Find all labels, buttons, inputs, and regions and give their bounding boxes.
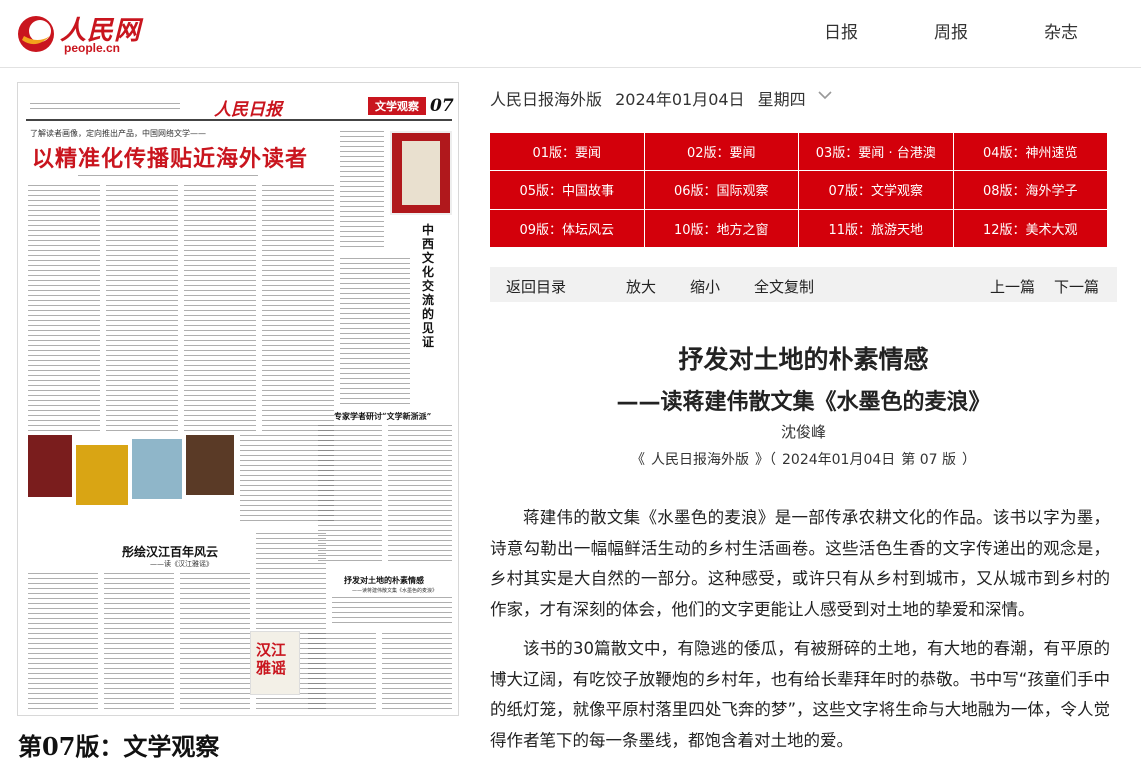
np-text-column	[262, 185, 334, 435]
np-headline: 以精准化传播贴近海外读者	[32, 146, 309, 172]
np-text-column	[184, 185, 256, 433]
np-book-cover-title: 汉江雅谣	[256, 641, 287, 677]
np-top-rule	[26, 119, 452, 121]
section-link[interactable]: 06版：国际观察	[644, 171, 798, 209]
copy-all-button[interactable]: 全文复制	[754, 276, 814, 297]
article-author: 沈俊峰	[780, 423, 826, 441]
np-text-column	[28, 185, 100, 433]
np-text-column	[318, 425, 382, 565]
source-open: 《	[631, 452, 645, 468]
np-text-column	[104, 573, 174, 713]
section-link[interactable]: 04版：神州速览	[953, 133, 1107, 171]
article-paragraph: 蒋建伟的散文集《水墨色的麦浪》是一部传承农耕文化的作品。该书以字为墨，诗意勾勒出…	[490, 508, 1110, 619]
article-body: 蒋建伟的散文集《水墨色的麦浪》是一部传承农耕文化的作品。该书以字为墨，诗意勾勒出…	[490, 503, 1110, 765]
source-page: 第 07 版	[901, 452, 956, 468]
article-title: 抒发对土地的朴素情感	[678, 345, 929, 374]
np-text-column	[308, 633, 376, 713]
logo-text-en: people.cn	[64, 41, 121, 55]
np-byline	[78, 175, 258, 180]
page-meta-line	[30, 103, 180, 109]
page-label: 第07版：文学观察	[18, 732, 220, 761]
people-cn-logo[interactable]: 人民网 people.cn	[16, 8, 146, 56]
logo-emblem-icon	[18, 16, 54, 52]
section-link[interactable]: 12版：美术大观	[953, 209, 1107, 247]
source-end: ）	[961, 452, 976, 468]
article-toolbar: 返回目录 放大 缩小 全文复制 上一篇 下一篇	[490, 267, 1117, 302]
np-lower-title: 彤绘汉江百年风云	[122, 545, 219, 559]
edition-selector[interactable]: 人民日报海外版 2024年01月04日 星期四	[490, 86, 814, 110]
edition-paper: 人民日报海外版	[490, 90, 603, 109]
section-link[interactable]: 02版：要闻	[644, 133, 798, 171]
section-link[interactable]: 01版：要闻	[490, 133, 644, 171]
article-paragraph: 该书的30篇散文中，有隐逃的倭瓜，有被掰碎的土地，有大地的春潮，有平原的博大辽阔…	[490, 639, 1110, 750]
np-cover-2	[76, 445, 128, 505]
section-link[interactable]: 11版：旅游天地	[799, 209, 953, 247]
np-text-column	[332, 597, 452, 627]
np-text-column	[340, 131, 384, 251]
section-link[interactable]: 09版：体坛风云	[490, 209, 644, 247]
section-link[interactable]: 05版：中国故事	[490, 171, 644, 209]
np-text-column	[382, 633, 452, 713]
back-to-index-button[interactable]: 返回目录	[506, 276, 566, 297]
np-column-note: 专家学者研讨“文学新浙派”	[334, 411, 432, 421]
np-page-no: 07	[430, 96, 454, 116]
next-article-button[interactable]: 下一篇	[1054, 276, 1099, 297]
section-link[interactable]: 10版：地方之窗	[644, 209, 798, 247]
zoom-out-button[interactable]: 缩小	[690, 276, 720, 297]
np-masthead: 人民日报	[214, 100, 282, 120]
chevron-down-icon[interactable]	[818, 88, 832, 102]
np-cover-4	[186, 435, 234, 495]
nav-magazine[interactable]: 杂志	[1044, 18, 1078, 43]
section-grid: 01版：要闻 02版：要闻 03版：要闻 · 台港澳 04版：神州速览 05版：…	[490, 133, 1107, 247]
np-section-tag: 文学观察	[368, 97, 426, 115]
source-paper: 人民日报海外版	[651, 452, 749, 468]
np-bottom-title: 抒发对土地的朴素情感	[344, 575, 424, 585]
section-link[interactable]: 03版：要闻 · 台港澳	[799, 133, 953, 171]
nav-weekly[interactable]: 周报	[934, 18, 968, 43]
np-text-column	[106, 185, 178, 433]
np-text-column	[388, 425, 452, 565]
nav-daily[interactable]: 日报	[824, 18, 858, 43]
np-cover-1	[28, 435, 72, 497]
np-book-photo-inner	[402, 141, 440, 205]
np-side-title: 中西文化交流的见证	[422, 223, 435, 349]
zoom-in-button[interactable]: 放大	[626, 276, 656, 297]
edition-date: 2024年01月04日	[615, 90, 745, 109]
source-date: 2024年01月04日	[782, 452, 896, 468]
newspaper-page-image[interactable]: 人民日报 文学观察 07 了解读者画像，定向推出产品，中国网络文学—— 以精准化…	[17, 82, 459, 716]
source-close: 》（	[755, 452, 776, 468]
edition-weekday: 星期四	[757, 90, 806, 109]
np-text-column	[340, 258, 410, 408]
site-header: 人民网 people.cn 日报 周报 杂志	[0, 0, 1141, 68]
np-text-column	[28, 573, 98, 713]
article-subtitle: ——读蒋建伟散文集《水墨色的麦浪》	[616, 390, 991, 415]
np-kicker: 了解读者画像，定向推出产品，中国网络文学——	[30, 129, 206, 138]
section-link[interactable]: 08版：海外学子	[953, 171, 1107, 209]
article-source: 《人民日报海外版 》（ 2024年01月04日第 07 版 ）	[490, 449, 1117, 469]
np-cover-3	[132, 439, 182, 499]
section-link[interactable]: 07版：文学观察	[799, 171, 953, 209]
np-lower-sub: ——读《汉江雅谣》	[150, 560, 213, 568]
np-bottom-sub: ——读蒋建伟散文集《水墨色的麦浪》	[352, 588, 438, 594]
prev-article-button[interactable]: 上一篇	[990, 276, 1035, 297]
np-text-column	[180, 573, 250, 713]
